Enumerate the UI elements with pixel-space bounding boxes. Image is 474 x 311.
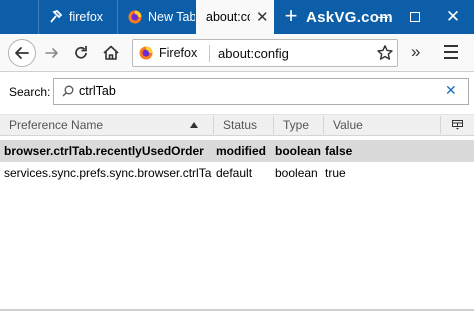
column-divider[interactable]	[273, 116, 274, 134]
preference-value: true	[325, 166, 346, 180]
preference-value: false	[325, 144, 353, 158]
identity-box[interactable]: Firefox	[139, 46, 197, 60]
preference-name: browser.ctrlTab.recentlyUsedOrder	[4, 144, 204, 158]
table-row[interactable]: browser.ctrlTab.recentlyUsedOrder modifi…	[0, 140, 474, 162]
column-header-value[interactable]: Value	[333, 118, 363, 132]
nav-bar: Firefox about:config »	[0, 34, 474, 72]
maximize-icon	[410, 12, 420, 23]
preference-name: services.sync.prefs.sync.browser.ctrlTab…	[4, 166, 212, 180]
minimize-icon	[378, 16, 388, 18]
column-divider[interactable]	[323, 116, 324, 134]
search-value: ctrlTab	[79, 84, 116, 98]
tab-label: firefox	[69, 10, 104, 24]
back-arrow-icon	[15, 47, 29, 59]
close-icon[interactable]: ✕	[256, 8, 269, 26]
preference-type: boolean	[275, 166, 318, 180]
table-row[interactable]: services.sync.prefs.sync.browser.ctrlTab…	[0, 162, 474, 184]
table-header: Preference Name Status Type Value	[0, 114, 474, 136]
bookmark-star-icon[interactable]	[376, 44, 394, 62]
tab-firefox[interactable]: firefox	[38, 0, 116, 34]
back-button[interactable]	[8, 39, 36, 67]
clear-search-icon[interactable]: ✕	[445, 82, 457, 99]
tool-icon	[50, 10, 63, 23]
column-header-status[interactable]: Status	[223, 118, 257, 132]
tab-label: New Tab	[148, 10, 195, 24]
tab-new-tab[interactable]: New Tab	[117, 0, 195, 34]
maximize-button[interactable]	[398, 0, 432, 34]
forward-arrow-icon[interactable]	[42, 43, 62, 63]
overflow-chevron-icon[interactable]: »	[411, 43, 420, 61]
search-icon	[62, 85, 74, 97]
home-icon[interactable]	[101, 43, 121, 63]
url-bar[interactable]: Firefox about:config	[132, 39, 398, 67]
firefox-icon	[139, 46, 153, 60]
search-row: Search: ctrlTab ✕	[0, 73, 474, 113]
search-input[interactable]: ctrlTab ✕	[53, 78, 469, 105]
tab-strip: firefox New Tab about:config ✕ + AskVG.c…	[0, 0, 474, 34]
reload-icon[interactable]	[71, 43, 91, 63]
firefox-icon	[128, 10, 142, 24]
column-divider[interactable]	[440, 116, 441, 134]
preference-status: modified	[216, 144, 266, 158]
column-picker-icon[interactable]	[452, 120, 463, 130]
hamburger-menu-icon[interactable]	[444, 45, 458, 63]
minimize-button[interactable]	[366, 0, 400, 34]
column-header-preference-name[interactable]: Preference Name	[9, 118, 103, 132]
identity-label: Firefox	[159, 46, 198, 60]
preference-type: boolean	[275, 144, 322, 158]
column-divider[interactable]	[213, 116, 214, 134]
sort-ascending-icon	[190, 122, 198, 128]
tab-about-config[interactable]: about:config ✕	[196, 0, 274, 34]
column-header-type[interactable]: Type	[283, 118, 309, 132]
new-tab-button[interactable]: +	[279, 0, 303, 34]
url-text[interactable]: about:config	[218, 46, 289, 61]
window-close-button[interactable]: ✕	[432, 0, 474, 34]
search-label: Search:	[9, 85, 51, 99]
preference-status: default	[216, 166, 253, 180]
url-separator	[209, 45, 210, 62]
tab-label: about:config	[206, 10, 250, 24]
